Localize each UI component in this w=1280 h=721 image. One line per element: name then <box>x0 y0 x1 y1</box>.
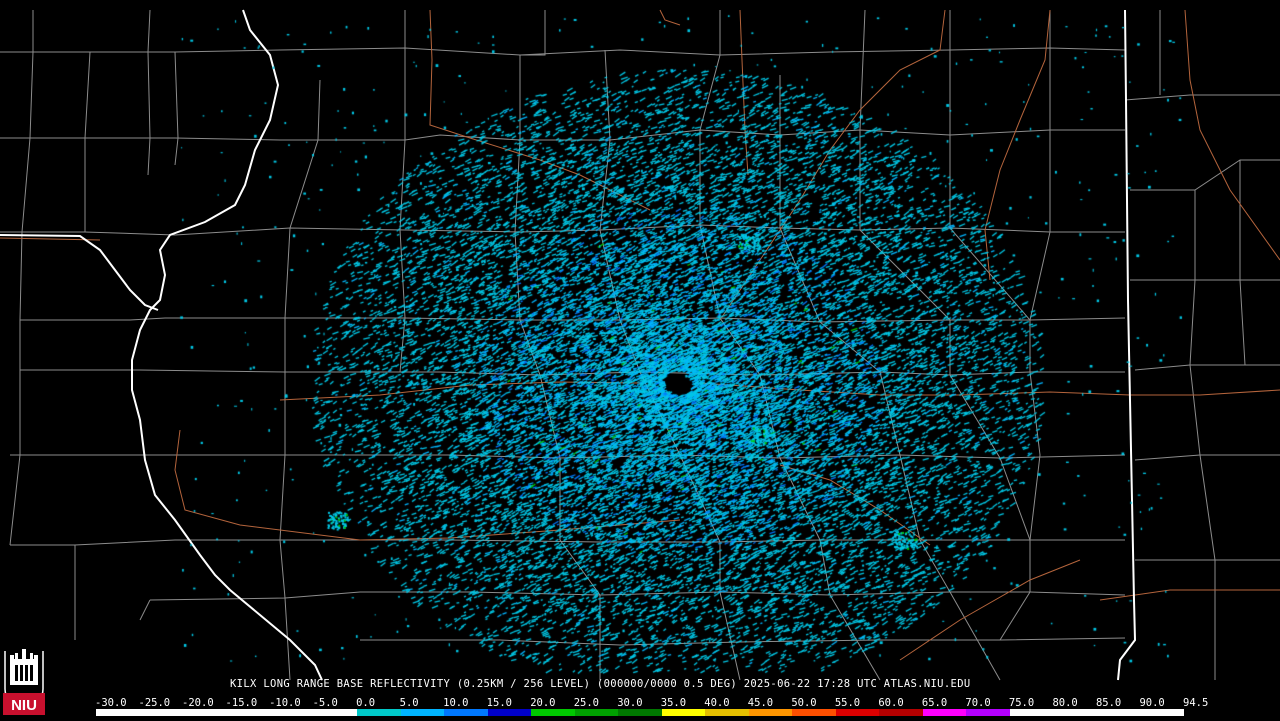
color-swatch <box>487 709 532 716</box>
color-swatch <box>792 709 836 716</box>
color-swatch <box>879 709 923 716</box>
color-swatch <box>1053 709 1097 716</box>
scale-label: 35.0 <box>660 697 687 709</box>
scale-label: -25.0 <box>138 697 171 709</box>
color-swatch <box>748 709 793 716</box>
color-swatch <box>226 709 271 716</box>
color-swatch <box>574 709 619 716</box>
color-swatch <box>1140 709 1184 716</box>
scale-label: 70.0 <box>965 697 991 709</box>
scale-label: 10.0 <box>443 697 469 709</box>
niu-logo-text: NIU <box>11 697 37 714</box>
scale-label: 90.0 <box>1139 697 1165 709</box>
scale-label: 25.0 <box>573 697 600 709</box>
scale-label: 80.0 <box>1052 697 1078 709</box>
scale-label: -30.0 <box>95 697 127 709</box>
color-swatch <box>96 709 140 716</box>
scale-label: 0.0 <box>356 697 376 709</box>
scale-label: -5.0 <box>312 697 338 709</box>
color-swatch <box>922 709 967 716</box>
color-swatch <box>1009 709 1054 716</box>
scale-label: 40.0 <box>704 697 730 709</box>
color-swatch <box>705 709 749 716</box>
scale-label: 94.5 <box>1183 697 1209 709</box>
color-swatch <box>966 709 1010 716</box>
color-swatch <box>400 709 445 716</box>
scale-label: 5.0 <box>399 697 419 709</box>
niu-logo: NIU <box>3 645 45 717</box>
color-swatch <box>1096 709 1141 716</box>
reflectivity-scale-labels: -30.0 -25.0 -20.0 -15.0 -10.0 -5.0 0.0 5.0 10.0 1… <box>95 697 1208 709</box>
color-swatch <box>618 709 662 716</box>
color-swatch <box>183 709 227 716</box>
color-swatch <box>444 709 488 716</box>
color-swatch <box>357 709 401 716</box>
reflectivity-color-bar <box>96 709 1184 716</box>
color-swatch <box>313 709 358 716</box>
scale-label: 20.0 <box>530 697 556 709</box>
scale-label: 85.0 <box>1095 697 1122 709</box>
scale-label: 30.0 <box>617 697 643 709</box>
scale-label: -20.0 <box>182 697 214 709</box>
color-swatch <box>835 709 880 716</box>
scale-label: 55.0 <box>834 697 861 709</box>
color-swatch <box>270 709 314 716</box>
radar-map[interactable] <box>0 0 1280 720</box>
color-swatch <box>531 709 575 716</box>
scale-label: 45.0 <box>747 697 774 709</box>
scale-label: 50.0 <box>791 697 817 709</box>
scale-label: 60.0 <box>878 697 904 709</box>
scale-label: -10.0 <box>269 697 301 709</box>
scale-label: -15.0 <box>225 697 258 709</box>
radar-echoes <box>0 0 1280 720</box>
color-swatch <box>661 709 706 716</box>
product-caption: KILX LONG RANGE BASE REFLECTIVITY (0.25K… <box>230 678 971 690</box>
scale-label: 65.0 <box>921 697 948 709</box>
scale-label: 15.0 <box>486 697 512 709</box>
scale-label: 75.0 <box>1008 697 1035 709</box>
color-swatch <box>139 709 184 716</box>
